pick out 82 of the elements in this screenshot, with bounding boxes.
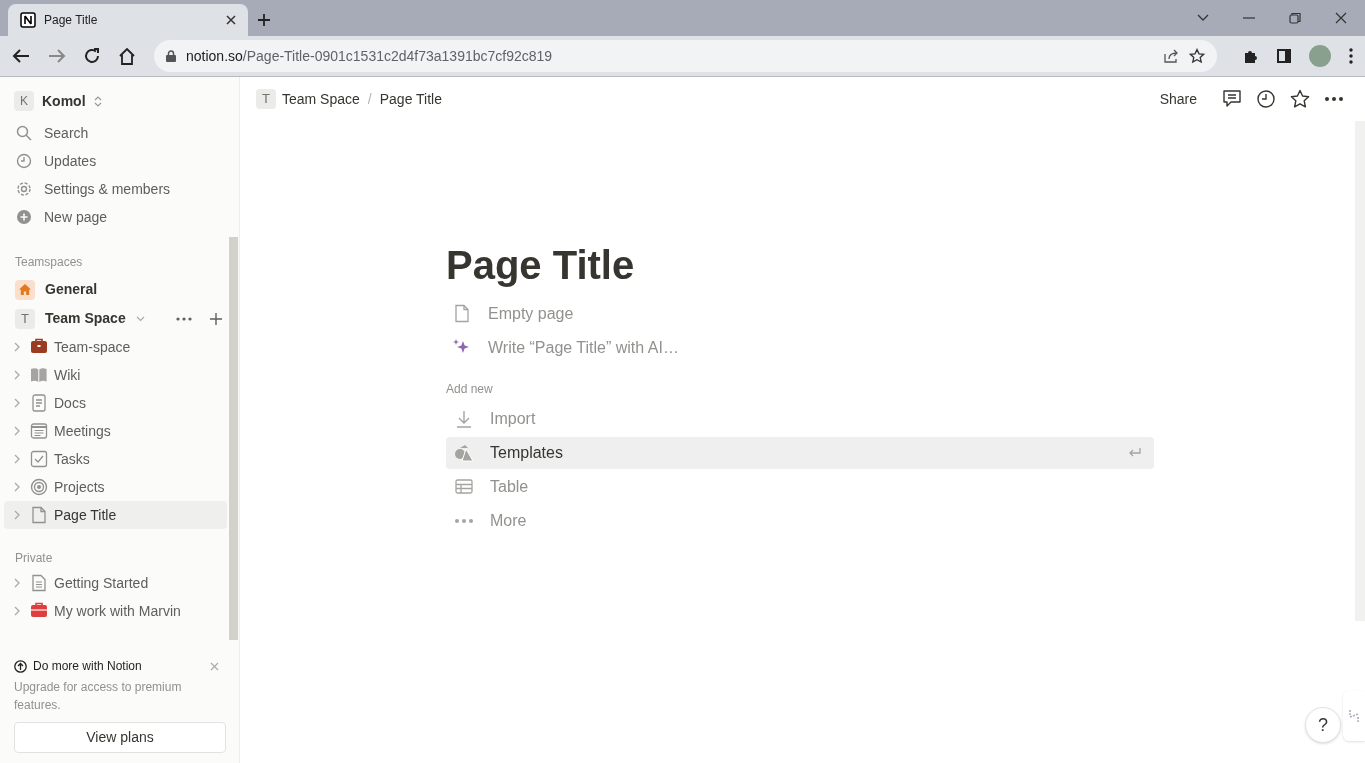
section-label: Add new — [446, 381, 494, 398]
table-icon — [454, 477, 474, 497]
workspace-avatar: K — [14, 91, 34, 111]
page-tree-item[interactable]: Projects — [4, 473, 227, 501]
page-tree-item[interactable]: Wiki — [4, 361, 227, 389]
help-button[interactable]: ? — [1305, 707, 1341, 743]
teamspace-avatar: T — [256, 89, 276, 109]
briefcase-icon — [30, 602, 48, 620]
shapes-icon — [454, 443, 474, 463]
settings-icon — [16, 181, 32, 197]
workspace-name: Komol — [42, 91, 86, 111]
back-icon[interactable] — [12, 48, 30, 64]
sidebar-menu-item[interactable]: Search — [4, 119, 227, 147]
page-icon — [30, 506, 48, 524]
promo-title: Do more with Notion — [33, 658, 143, 675]
breadcrumb-item[interactable]: Page Title — [377, 88, 444, 110]
more-icon[interactable] — [1324, 97, 1344, 101]
browser-tab[interactable]: Page Title — [8, 4, 248, 36]
share-button[interactable]: Share — [1153, 88, 1203, 110]
checkbox-icon — [30, 450, 48, 468]
side-panel-icon[interactable] — [1277, 49, 1291, 63]
home-icon[interactable] — [118, 47, 136, 65]
reload-icon[interactable] — [84, 48, 100, 64]
lock-icon — [166, 50, 176, 62]
url-text: notion.so/Page-Title-0901c1531c2d4f73a1391bc7cf92c819 — [186, 46, 554, 66]
breadcrumb-separator: / — [367, 89, 372, 109]
scrollbar[interactable] — [229, 237, 238, 640]
more-icon — [454, 519, 474, 523]
notion-logo-icon — [20, 12, 36, 28]
breadcrumb-item[interactable]: T Team Space — [254, 88, 362, 110]
star-icon[interactable] — [1189, 48, 1205, 64]
sort-chevrons-icon — [93, 95, 102, 107]
comment-icon[interactable] — [1222, 89, 1242, 109]
new-tab-icon[interactable] — [257, 13, 271, 27]
search-icon — [16, 125, 32, 141]
sidebar-menu-item[interactable]: New page — [4, 203, 227, 231]
page-tree-item[interactable]: Meetings — [4, 417, 227, 445]
workspace-switcher[interactable]: K Komol — [4, 87, 227, 115]
address-bar[interactable]: notion.so/Page-Title-0901c1531c2d4f73a1391bc7cf92c819 — [154, 40, 1217, 72]
teamspace-item[interactable]: General — [4, 275, 227, 304]
plus-icon[interactable] — [210, 312, 222, 325]
clock-icon — [16, 153, 32, 169]
sidebar-menu-item[interactable]: Settings & members — [4, 175, 227, 203]
enter-key-icon — [1128, 447, 1142, 459]
teamspace-item[interactable]: T Team Space — [4, 304, 227, 333]
restore-icon[interactable] — [1289, 12, 1301, 24]
share-icon[interactable] — [1163, 48, 1179, 64]
page-tree-item[interactable]: Team-space — [4, 333, 227, 361]
clock-icon[interactable] — [1256, 89, 1276, 109]
section-label: Private — [14, 550, 54, 567]
page-tree-item[interactable]: Tasks — [4, 445, 227, 473]
document-icon — [30, 394, 48, 412]
house-icon — [19, 284, 31, 295]
star-icon[interactable] — [1290, 89, 1310, 109]
chevron-down-icon — [135, 315, 145, 322]
book-icon — [30, 366, 48, 384]
promo-text: Upgrade for access to premium features. — [14, 679, 183, 714]
view-plans-button[interactable]: View plans — [14, 722, 226, 753]
page-tree-item[interactable]: Page Title — [4, 501, 227, 529]
forward-icon[interactable] — [48, 48, 66, 64]
briefcase-icon — [30, 338, 48, 356]
document-icon — [30, 574, 48, 592]
section-label: Teamspaces — [14, 254, 84, 271]
close-icon[interactable] — [1335, 12, 1347, 24]
page-title: Page Title — [446, 242, 636, 289]
more-vertical-icon[interactable] — [1349, 48, 1353, 64]
page-tree-item[interactable]: My work with Marvin — [4, 597, 227, 625]
page-tree-item[interactable]: Docs — [4, 389, 227, 417]
add-new-item[interactable]: Templates — [446, 437, 1154, 469]
close-icon[interactable] — [226, 15, 236, 25]
plus-circle-icon — [16, 209, 32, 225]
more-icon[interactable] — [176, 316, 192, 321]
download-icon — [454, 409, 474, 429]
teamspace-avatar: T — [15, 308, 35, 329]
target-icon — [30, 478, 48, 496]
extensions-icon[interactable] — [1243, 48, 1259, 64]
page-icon — [452, 304, 472, 324]
arrow-up-circle-icon — [14, 659, 27, 673]
page-tree-item[interactable]: Getting Started — [4, 569, 227, 597]
sidebar-menu-item[interactable]: Updates — [4, 147, 227, 175]
calendar-list-icon — [30, 422, 48, 440]
chevron-down-icon[interactable] — [1197, 14, 1209, 22]
